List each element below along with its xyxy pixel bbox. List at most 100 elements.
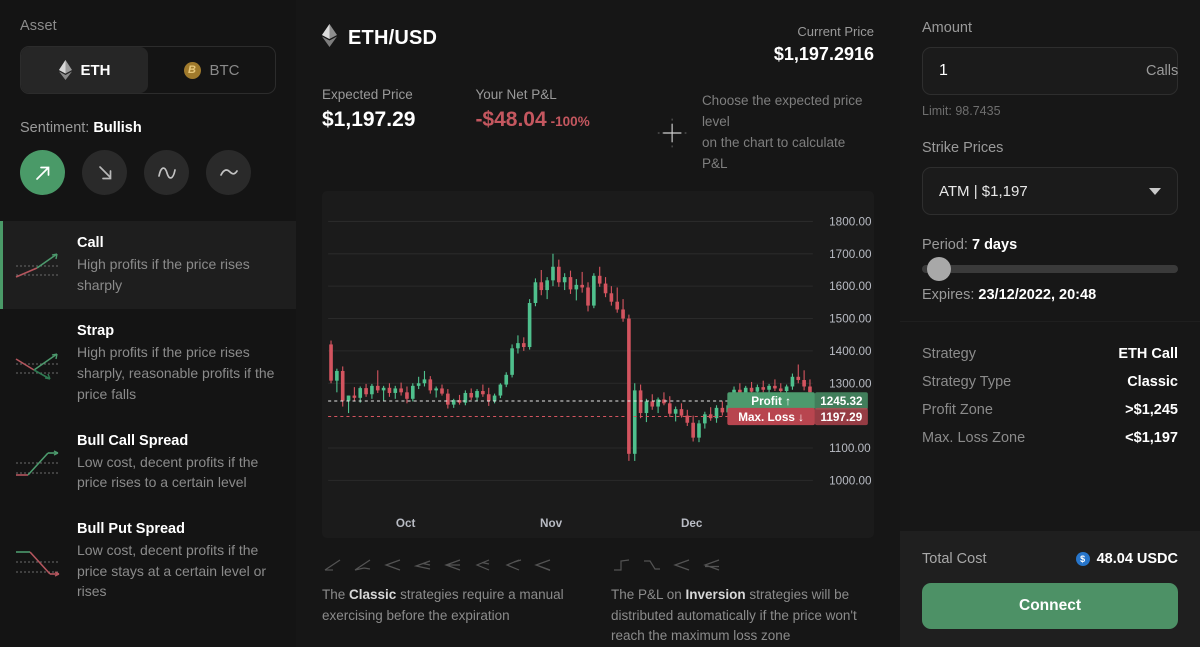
amount-input[interactable]	[939, 62, 1146, 80]
strategy-list: Call High profits if the price rises sha…	[0, 221, 296, 647]
strategy-name: Bull Call Spread	[77, 432, 189, 449]
current-price-label: Current Price	[797, 24, 874, 39]
classic-note-pre: The	[322, 587, 350, 603]
summary-key: Profit Zone	[922, 402, 993, 418]
period-slider[interactable]	[922, 257, 1178, 281]
strike-select[interactable]: ATM | $1,197	[922, 167, 1178, 215]
order-panel: Amount Calls Limit: 98.7435 Strike Price…	[900, 0, 1200, 647]
strategy-glyph-8	[534, 559, 551, 572]
cost-block: Total Cost $ 48.04 USDC Connect	[900, 531, 1200, 647]
chart-hint-line1: Choose the expected price level	[701, 93, 863, 129]
chart-hint: Choose the expected price level on the c…	[656, 91, 874, 175]
asset-label: Asset	[20, 18, 57, 34]
eth-icon	[58, 60, 72, 80]
arrow-down-right-icon	[98, 165, 111, 179]
inversion-note-icons	[611, 554, 874, 576]
asset-toggle[interactable]: ETH B BTC	[20, 46, 276, 94]
expected-price-label: Expected Price	[322, 87, 413, 102]
strategy-glyph-7	[505, 559, 522, 572]
crosshair-icon	[657, 118, 687, 148]
sentiment-volatile-button[interactable]	[144, 150, 189, 195]
inversion-glyph-2	[644, 560, 660, 571]
strategy-glyph-1	[324, 559, 341, 572]
summary-key: Strategy Type	[922, 374, 1012, 390]
strategy-notes: The Classic strategies require a manual …	[296, 538, 900, 647]
classic-note-bold: Classic	[349, 587, 397, 603]
sentiment-label: Sentiment:	[20, 120, 90, 136]
net-pnl-value-group: -$48.04 -100%	[475, 108, 589, 132]
stats-row: Expected Price $1,197.29 Your Net P&L -$…	[296, 65, 900, 175]
arrow-up-right-icon	[35, 166, 49, 180]
strategy-name: Bull Put Spread	[77, 521, 185, 538]
order-summary: Strategy ETH Call Strategy Type Classic Prof…	[900, 321, 1200, 452]
expires-value: 23/12/2022, 20:48	[978, 287, 1097, 303]
asset-option-btc-label: BTC	[209, 61, 240, 79]
strategy-desc: Low cost, decent profits if the price ri…	[77, 453, 259, 491]
summary-value: <$1,197	[1125, 430, 1178, 446]
expected-price-stat: Expected Price $1,197.29	[322, 87, 415, 132]
sentiment-bullish-button[interactable]	[20, 150, 65, 195]
amount-limit: Limit: 98.7435	[922, 104, 1001, 118]
app-root: Asset ETH B BTC Sentiment: Bullish Call …	[0, 0, 1200, 647]
inversion-note-bold: Inversion	[685, 587, 746, 603]
btc-icon: B	[183, 61, 201, 79]
amount-field[interactable]: Calls	[922, 47, 1178, 95]
total-cost-value-group: $ 48.04 USDC	[1075, 551, 1178, 567]
classic-note: The Classic strategies require a manual …	[322, 554, 585, 647]
strategy-desc: High profits if the price rises sharply	[77, 256, 250, 293]
strategy-item-bull-call-spread[interactable]: Bull Call Spread Low cost, decent profit…	[0, 419, 296, 507]
expected-price-value: $1,197.29	[322, 108, 416, 131]
inversion-glyph-4	[703, 559, 720, 572]
strike-value: ATM | $1,197	[939, 182, 1028, 200]
payoff-bull-call-spread-icon	[3, 433, 73, 493]
amount-unit: Calls	[1146, 63, 1179, 79]
inversion-glyph-3	[673, 559, 690, 572]
payoff-strap-icon	[3, 323, 73, 404]
pair-title-group: ETH/USD	[322, 24, 437, 52]
connect-button[interactable]: Connect	[922, 583, 1178, 629]
net-pnl-percent: -100%	[550, 114, 590, 129]
classic-note-icons	[322, 554, 585, 576]
summary-key: Max. Loss Zone	[922, 430, 1026, 446]
summary-row: Strategy Type Classic	[922, 368, 1178, 396]
chart-hint-line2: on the chart to calculate P&L	[701, 134, 846, 171]
sentiment-bearish-button[interactable]	[82, 150, 127, 195]
strategy-glyph-2	[354, 559, 371, 572]
sidebar: Asset ETH B BTC Sentiment: Bullish Call …	[0, 0, 296, 647]
asset-option-eth[interactable]: ETH	[21, 47, 148, 93]
net-pnl-label: Your Net P&L	[475, 87, 557, 102]
main-panel: ETH/USD Current Price $1,197.2916 Expect…	[296, 0, 900, 647]
strategy-text: Call High profits if the price rises sha…	[77, 235, 280, 295]
strategy-text: Bull Put Spread Low cost, decent profits…	[77, 521, 280, 602]
strike-label: Strike Prices	[922, 140, 1004, 156]
period-value: 7 days	[971, 237, 1018, 253]
main-header: ETH/USD Current Price $1,197.2916	[296, 0, 900, 65]
current-price-value: $1,197.2916	[773, 44, 874, 64]
strategy-name: Call	[77, 235, 104, 251]
candlestick-chart[interactable]	[322, 191, 874, 539]
summary-row: Max. Loss Zone <$1,197	[922, 424, 1178, 452]
period-label: Period:	[922, 237, 968, 253]
usdc-icon: $	[1075, 552, 1090, 566]
sentiment-value: Bullish	[93, 120, 142, 136]
strategy-item-call[interactable]: Call High profits if the price rises sha…	[0, 221, 296, 310]
period-slider-knob[interactable]	[927, 257, 952, 281]
expires-label: Expires:	[922, 287, 975, 303]
strategy-item-bull-put-spread[interactable]: Bull Put Spread Low cost, decent profits…	[0, 507, 296, 616]
strategy-glyph-4	[413, 560, 431, 571]
strategy-desc: Low cost, decent profits if the price st…	[77, 542, 267, 600]
sentiment-row: Sentiment: Bullish	[20, 120, 276, 136]
chevron-down-icon	[1149, 187, 1161, 195]
asset-option-btc[interactable]: B BTC	[148, 47, 275, 93]
summary-row: Strategy ETH Call	[922, 340, 1178, 368]
sentiment-neutral-button[interactable]	[206, 150, 251, 195]
sentiment-buttons	[20, 150, 276, 195]
total-cost-row: Total Cost $ 48.04 USDC	[922, 551, 1178, 567]
asset-option-eth-label: ETH	[80, 61, 111, 79]
price-chart[interactable]: 1800.00 1700.00 1600.00 1500.00 1400.00 1300.…	[322, 190, 874, 539]
strategy-item-strap[interactable]: Strap High profits if the price rises sh…	[0, 309, 296, 418]
strategy-glyph-6	[475, 559, 490, 572]
summary-value: ETH Call	[1118, 346, 1178, 362]
strategy-glyph-3	[384, 559, 401, 572]
summary-row: Profit Zone >$1,245	[922, 396, 1178, 424]
